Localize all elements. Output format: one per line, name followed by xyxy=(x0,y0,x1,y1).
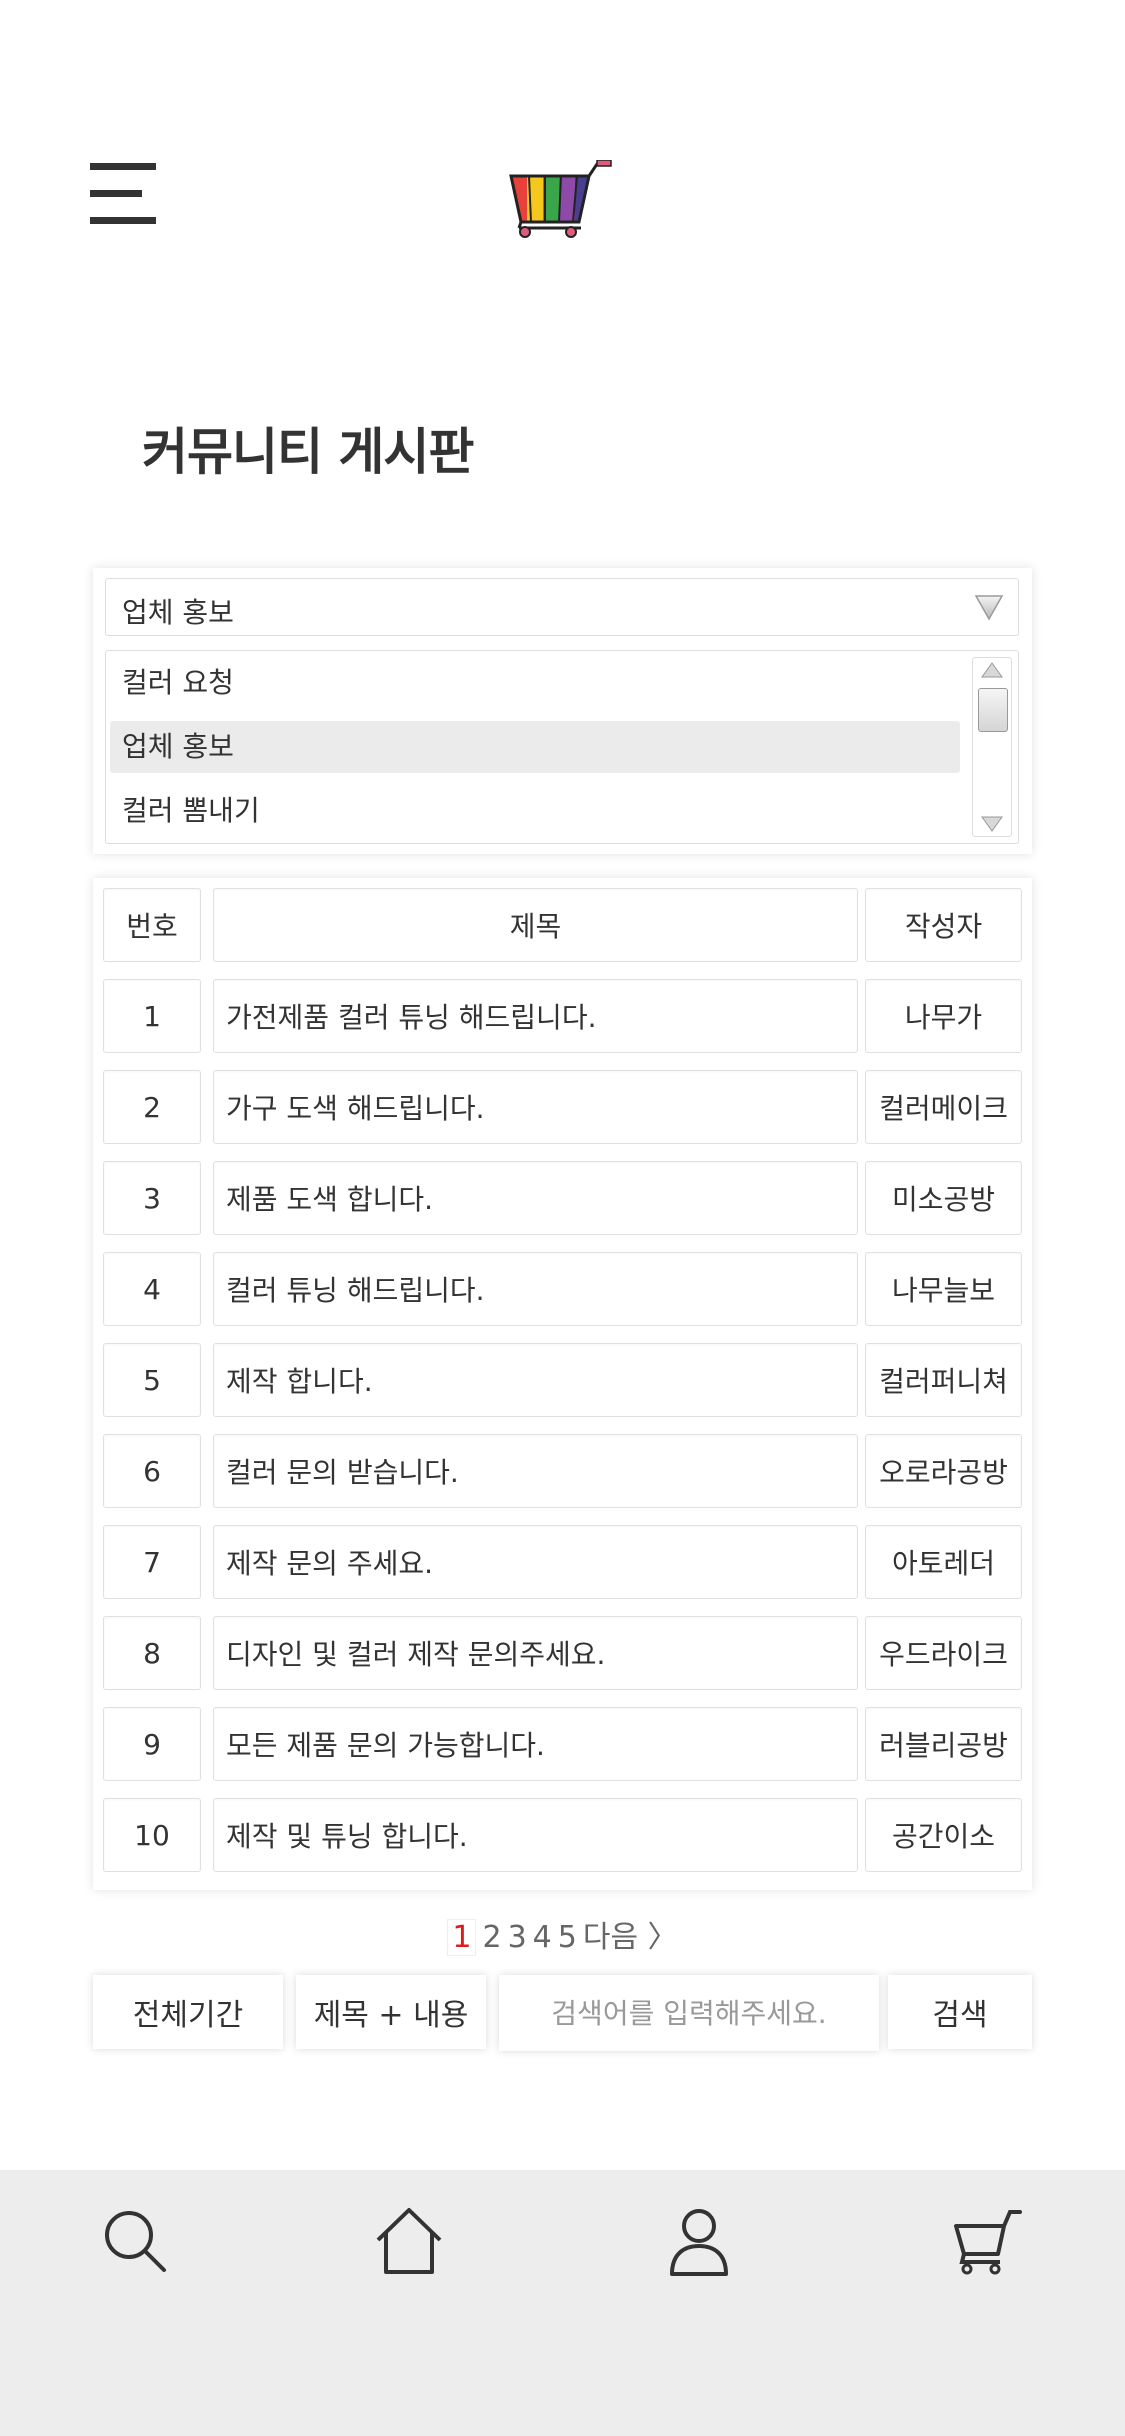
row-title-link[interactable]: 제품 도색 합니다. xyxy=(213,1161,858,1235)
cart-icon[interactable] xyxy=(952,2206,1022,2276)
search-button[interactable]: 검색 xyxy=(888,1975,1032,2049)
row-number: 5 xyxy=(103,1343,201,1417)
chevron-right-icon: 〉 xyxy=(647,1920,678,1955)
category-select[interactable]: 업체 홍보 xyxy=(105,578,1019,636)
page-link[interactable]: 2 xyxy=(482,1920,501,1955)
row-title-link[interactable]: 모든 제품 문의 가능합니다. xyxy=(213,1707,858,1781)
page-link[interactable]: 3 xyxy=(508,1920,527,1955)
page-link[interactable]: 5 xyxy=(558,1920,577,1955)
row-author: 우드라이크 xyxy=(865,1616,1022,1690)
home-icon[interactable] xyxy=(374,2206,444,2276)
category-selected-value: 업체 홍보 xyxy=(122,596,234,629)
row-number: 7 xyxy=(103,1525,201,1599)
row-title-link[interactable]: 디자인 및 컬러 제작 문의주세요. xyxy=(213,1616,858,1690)
pagination: 1 2 3 4 5 다음 〉 xyxy=(0,1912,1125,1956)
row-title-link[interactable]: 제작 및 튜닝 합니다. xyxy=(213,1798,858,1872)
row-number: 4 xyxy=(103,1252,201,1326)
row-number: 1 xyxy=(103,979,201,1053)
row-title-link[interactable]: 가구 도색 해드립니다. xyxy=(213,1070,858,1144)
row-author: 나무늘보 xyxy=(865,1252,1022,1326)
listbox-scrollbar[interactable] xyxy=(972,657,1012,837)
scroll-up-icon[interactable] xyxy=(981,662,1003,678)
category-listbox[interactable]: 컬러 요청 업체 홍보 컬러 뽐내기 xyxy=(105,650,1019,844)
page-link-current[interactable]: 1 xyxy=(447,1919,477,1956)
column-header-title: 제목 xyxy=(213,888,858,962)
row-author: 미소공방 xyxy=(865,1161,1022,1235)
row-number: 2 xyxy=(103,1070,201,1144)
period-filter-button[interactable]: 전체기간 xyxy=(93,1975,283,2049)
search-scope-button[interactable]: 제목 + 내용 xyxy=(296,1975,486,2049)
row-number: 6 xyxy=(103,1434,201,1508)
row-number: 8 xyxy=(103,1616,201,1690)
row-author: 오로라공방 xyxy=(865,1434,1022,1508)
category-option-selected[interactable]: 업체 홍보 xyxy=(110,721,960,773)
user-icon[interactable] xyxy=(664,2206,734,2276)
bottom-nav xyxy=(0,2170,1125,2436)
search-icon[interactable] xyxy=(100,2206,170,2276)
row-author: 컬러메이크 xyxy=(865,1070,1022,1144)
row-title-link[interactable]: 제작 문의 주세요. xyxy=(213,1525,858,1599)
row-title-link[interactable]: 컬러 문의 받습니다. xyxy=(213,1434,858,1508)
category-option[interactable]: 컬러 요청 xyxy=(110,657,960,709)
row-author: 아토레더 xyxy=(865,1525,1022,1599)
row-author: 컬러퍼니쳐 xyxy=(865,1343,1022,1417)
row-number: 9 xyxy=(103,1707,201,1781)
next-page-label: 다음 xyxy=(582,1920,639,1955)
row-title-link[interactable]: 제작 합니다. xyxy=(213,1343,858,1417)
next-page-link[interactable]: 다음 〉 xyxy=(583,1912,678,1956)
board-table: 번호 제목 작성자 1 가전제품 컬러 튜닝 해드립니다. 나무가 2 가구 도… xyxy=(93,878,1032,1890)
row-title-link[interactable]: 가전제품 컬러 튜닝 해드립니다. xyxy=(213,979,858,1053)
category-panel: 업체 홍보 컬러 요청 업체 홍보 컬러 뽐내기 xyxy=(93,568,1032,854)
row-number: 10 xyxy=(103,1798,201,1872)
chevron-down-icon xyxy=(974,595,1004,621)
row-author: 공간이소 xyxy=(865,1798,1022,1872)
scroll-down-icon[interactable] xyxy=(981,816,1003,832)
column-header-number: 번호 xyxy=(103,888,201,962)
hamburger-menu-icon[interactable] xyxy=(90,163,156,225)
search-input[interactable] xyxy=(499,1975,879,2051)
row-author: 러블리공방 xyxy=(865,1707,1022,1781)
scroll-thumb[interactable] xyxy=(978,688,1008,732)
page-link[interactable]: 4 xyxy=(533,1920,552,1955)
column-header-author: 작성자 xyxy=(865,888,1022,962)
row-author: 나무가 xyxy=(865,979,1022,1053)
row-number: 3 xyxy=(103,1161,201,1235)
rainbow-cart-logo[interactable] xyxy=(505,160,615,238)
page-title: 커뮤니티 게시판 xyxy=(142,423,474,481)
row-title-link[interactable]: 컬러 튜닝 해드립니다. xyxy=(213,1252,858,1326)
category-option[interactable]: 컬러 뽐내기 xyxy=(110,785,960,837)
